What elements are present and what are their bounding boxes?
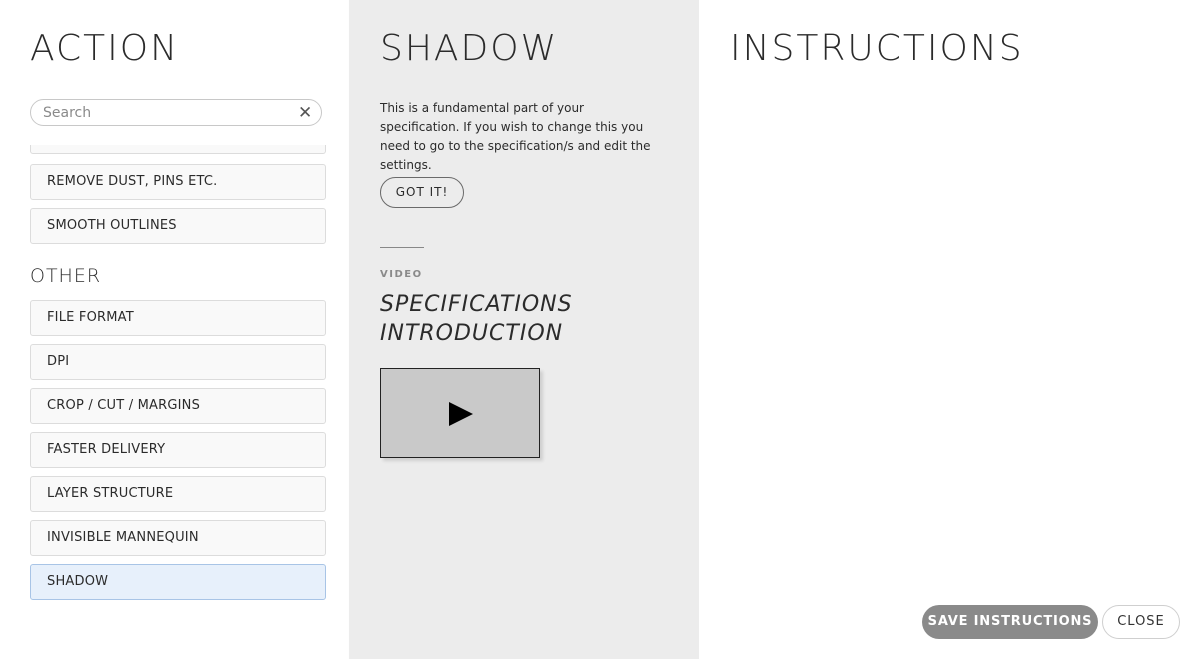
list-item-file-format[interactable]: FILE FORMAT bbox=[30, 300, 326, 336]
video-label: VIDEO bbox=[380, 269, 423, 280]
action-panel: ACTION ✕ REMOVE DUST, PINS ETC. SMOOTH O… bbox=[0, 0, 349, 659]
shadow-heading: SHADOW bbox=[380, 28, 559, 69]
got-it-button[interactable]: GOT IT! bbox=[380, 177, 464, 208]
list-item-layer-structure[interactable]: LAYER STRUCTURE bbox=[30, 476, 326, 512]
list-item-dpi[interactable]: DPI bbox=[30, 344, 326, 380]
divider bbox=[380, 247, 424, 248]
shadow-panel: SHADOW This is a fundamental part of you… bbox=[349, 0, 699, 659]
video-title: SPECIFICATIONS INTRODUCTION bbox=[380, 292, 573, 346]
action-heading: ACTION bbox=[30, 28, 180, 69]
list-item-partial[interactable] bbox=[30, 145, 326, 154]
close-button[interactable]: CLOSE bbox=[1102, 605, 1180, 639]
group-label-other: OTHER bbox=[30, 265, 102, 287]
list-item-smooth-outlines[interactable]: SMOOTH OUTLINES bbox=[30, 208, 326, 244]
shadow-description: This is a fundamental part of your speci… bbox=[380, 101, 651, 172]
list-item-crop-cut-margins[interactable]: CROP / CUT / MARGINS bbox=[30, 388, 326, 424]
save-instructions-button[interactable]: SAVE INSTRUCTIONS bbox=[922, 605, 1098, 639]
instructions-panel: INSTRUCTIONS bbox=[699, 0, 1199, 659]
search-input[interactable] bbox=[43, 103, 293, 123]
list-item-shadow[interactable]: SHADOW bbox=[30, 564, 326, 600]
instructions-heading: INSTRUCTIONS bbox=[730, 28, 1024, 69]
video-thumbnail[interactable] bbox=[380, 368, 540, 458]
search-box: ✕ bbox=[30, 99, 322, 126]
list-item-remove-dust[interactable]: REMOVE DUST, PINS ETC. bbox=[30, 164, 326, 200]
clear-search-icon[interactable]: ✕ bbox=[298, 105, 312, 122]
action-list[interactable]: REMOVE DUST, PINS ETC. SMOOTH OUTLINES O… bbox=[30, 145, 330, 615]
play-icon[interactable] bbox=[449, 402, 473, 426]
list-item-faster-delivery[interactable]: FASTER DELIVERY bbox=[30, 432, 326, 468]
list-item-invisible-mannequin[interactable]: INVISIBLE MANNEQUIN bbox=[30, 520, 326, 556]
